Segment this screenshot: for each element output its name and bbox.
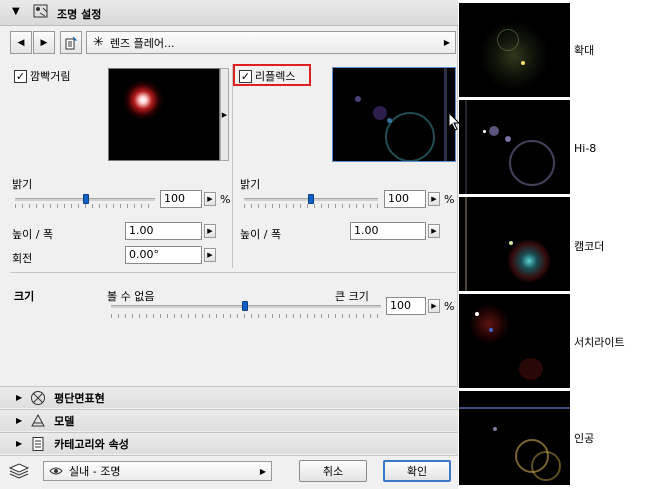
cancel-button[interactable]: 취소 — [299, 460, 367, 482]
reflex-height-width-label: 높이 / 폭 — [240, 228, 282, 241]
reflex-height-width-field[interactable]: 1.00 — [350, 222, 426, 240]
toolbar: ◀ ▶ ✳ 렌즈 플레어... ▶ — [10, 31, 456, 55]
column-divider — [232, 64, 233, 268]
lens-flare-dropdown-label: 렌즈 플레어... — [109, 36, 175, 50]
size-arrow[interactable]: ▶ — [428, 299, 440, 313]
size-label: 크기 — [14, 290, 35, 303]
reflex-brightness-unit: % — [444, 193, 455, 206]
reflex-preview[interactable] — [332, 67, 456, 162]
glow-checkbox[interactable]: ✓ 깜빡거림 — [14, 68, 70, 84]
model-icon — [30, 413, 46, 429]
glow-label: 깜빡거림 — [30, 70, 71, 83]
lens-preset-camcorder-label: 캠코더 — [574, 240, 605, 253]
glow-rotation-arrow[interactable]: ▶ — [204, 248, 216, 262]
ok-button[interactable]: 확인 — [383, 460, 451, 482]
size-slider-thumb[interactable] — [242, 301, 248, 311]
lens-preset-zoom[interactable] — [459, 3, 570, 97]
section-model-label: 모델 — [54, 414, 75, 428]
expand-arrow-icon: ▶ — [16, 439, 23, 448]
lens-preset-searchlight[interactable] — [459, 294, 570, 388]
settings-doc-button[interactable] — [60, 31, 82, 54]
glow-preview-scroll[interactable]: ▶ — [220, 68, 229, 161]
lens-preset-zoom-label: 확대 — [574, 44, 595, 57]
reflex-brightness-thumb[interactable] — [308, 194, 314, 204]
glow-height-width-label: 높이 / 폭 — [12, 228, 54, 241]
glow-brightness-label: 밝기 — [12, 178, 33, 191]
eye-icon — [49, 466, 63, 476]
collapse-arrow-icon[interactable]: ▼ — [12, 6, 20, 17]
expand-arrow-icon: ▶ — [16, 393, 23, 402]
reflex-label: 리플렉스 — [255, 70, 296, 83]
expand-arrow-icon: ▶ — [16, 416, 23, 425]
glow-brightness-thumb[interactable] — [83, 194, 89, 204]
layers-icon — [8, 462, 30, 483]
section-model[interactable]: ▶ 모델 — [0, 409, 458, 431]
glow-check-icon: ✓ — [14, 69, 27, 83]
reflex-checkbox[interactable]: ✓ 리플렉스 — [239, 68, 295, 84]
lens-preset-hi8-label: Hi-8 — [574, 142, 597, 155]
glow-rotation-label: 회전 — [12, 252, 33, 265]
glow-preview — [108, 68, 220, 161]
lens-preset-artificial[interactable] — [459, 391, 570, 485]
lens-preset-list: 확대 Hi-8 캠코더 서치라이트 인공 — [459, 0, 656, 489]
page-title: 조명 설정 — [57, 8, 102, 21]
glow-brightness-ticks — [15, 204, 155, 208]
glow-brightness-unit: % — [220, 193, 231, 206]
lighting-settings-panel: ▼ 조명 설정 ◀ ▶ ✳ 렌즈 플레어... ▶ ✓ 깜빡거림 ▶ 밝기 10… — [0, 0, 461, 489]
size-max-label: 큰 크기 — [335, 290, 369, 303]
next-button[interactable]: ▶ — [33, 31, 55, 54]
section-category[interactable]: ▶ 카테고리와 속성 — [0, 432, 458, 454]
reflex-brightness-ticks — [244, 204, 378, 208]
section-floor-plan-label: 평단면표현 — [54, 391, 105, 405]
size-slider-ticks — [111, 314, 381, 318]
glow-rotation-field[interactable]: 0.00° — [125, 246, 202, 264]
layer-dropdown-label: 실내 - 조명 — [69, 465, 121, 478]
lens-preset-hi8[interactable] — [459, 100, 570, 194]
dropdown-arrow-icon: ▶ — [259, 466, 266, 476]
dropdown-arrow-icon: ▶ — [443, 38, 450, 47]
size-divider — [10, 272, 456, 273]
glow-height-width-field[interactable]: 1.00 — [125, 222, 202, 240]
section-floor-plan[interactable]: ▶ 평단면표현 — [0, 386, 458, 408]
size-min-label: 볼 수 없음 — [107, 290, 155, 303]
lens-flare-dropdown[interactable]: ✳ 렌즈 플레어... ▶ — [86, 31, 456, 54]
layer-dropdown[interactable]: 실내 - 조명 ▶ — [43, 461, 272, 481]
reflex-brightness-arrow[interactable]: ▶ — [428, 192, 440, 206]
glow-brightness-arrow[interactable]: ▶ — [204, 192, 216, 206]
document-icon — [30, 436, 46, 452]
lens-preset-searchlight-label: 서치라이트 — [574, 336, 625, 349]
size-unit: % — [444, 300, 455, 313]
section-category-label: 카테고리와 속성 — [54, 437, 129, 451]
panel-header[interactable]: ▼ 조명 설정 — [0, 0, 458, 26]
reflex-height-width-arrow[interactable]: ▶ — [428, 224, 440, 238]
lens-preset-camcorder[interactable] — [459, 197, 570, 291]
lens-preset-artificial-label: 인공 — [574, 432, 595, 445]
document-arrow-icon — [65, 36, 78, 49]
size-field[interactable]: 100 — [386, 297, 426, 315]
previous-button[interactable]: ◀ — [10, 31, 32, 54]
reflex-brightness-label: 밝기 — [240, 178, 261, 191]
glow-brightness-field[interactable]: 100 — [160, 190, 202, 208]
reflex-check-icon: ✓ — [239, 69, 252, 83]
cross-circle-icon — [30, 390, 46, 406]
reflex-brightness-field[interactable]: 100 — [384, 190, 426, 208]
glow-height-width-arrow[interactable]: ▶ — [204, 224, 216, 238]
sparkle-icon: ✳ — [93, 35, 104, 50]
lighting-settings-icon — [33, 4, 51, 23]
